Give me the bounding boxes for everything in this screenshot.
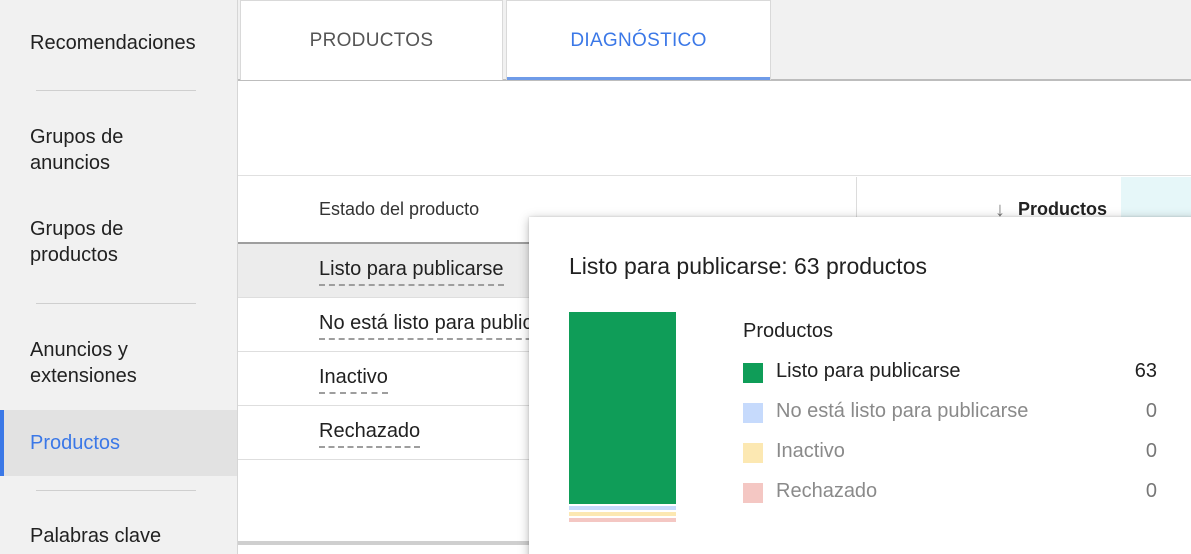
legend-item: Rechazado 0 — [743, 480, 1157, 506]
legend-swatch — [743, 483, 763, 503]
legend-title: Productos — [743, 320, 834, 342]
sidebar: Recomendaciones Grupos de anuncios Grupo… — [0, 0, 237, 554]
legend-item: Inactivo 0 — [743, 440, 1157, 466]
tab-label: PRODUCTOS — [309, 29, 434, 51]
app-root: Recomendaciones Grupos de anuncios Grupo… — [0, 0, 1191, 554]
bar-segment — [569, 512, 676, 516]
row-label[interactable]: Listo para publicarse — [319, 258, 504, 286]
row-label[interactable]: Rechazado — [319, 420, 421, 448]
sidebar-item-recomendaciones[interactable]: Recomendaciones — [0, 30, 237, 56]
sidebar-item-label: Anuncios y extensiones — [30, 339, 137, 387]
sidebar-item-label: Grupos de anuncios — [30, 126, 124, 174]
sidebar-item-grupos-de-anuncios[interactable]: Grupos de anuncios — [0, 124, 200, 176]
tab-diagnostico[interactable]: DIAGNÓSTICO — [506, 0, 771, 80]
row-label[interactable]: Inactivo — [319, 366, 388, 394]
legend-value: 0 — [1145, 440, 1157, 462]
sidebar-item-label: Productos — [30, 432, 121, 454]
legend-label: Rechazado — [776, 480, 878, 502]
legend-value: 63 — [1134, 360, 1157, 382]
legend-swatch — [743, 443, 763, 463]
column-header-status[interactable]: Estado del producto — [319, 199, 479, 220]
sidebar-item-label: Recomendaciones — [30, 32, 196, 54]
bar-segment — [569, 312, 676, 504]
sidebar-item-anuncios-y-extensiones[interactable]: Anuncios y extensiones — [0, 337, 200, 389]
bar-segment — [569, 506, 676, 510]
sidebar-item-palabras-clave[interactable]: Palabras clave — [0, 523, 237, 549]
legend-value: 0 — [1145, 480, 1157, 502]
sidebar-divider — [36, 303, 196, 304]
tab-bar: PRODUCTOS DIAGNÓSTICO — [238, 0, 1191, 81]
legend-swatch — [743, 363, 763, 383]
legend-label: Inactivo — [776, 440, 845, 462]
tab-label: DIAGNÓSTICO — [570, 29, 707, 51]
legend-item: No está listo para publicarse 0 — [743, 400, 1157, 426]
legend-item: Listo para publicarse 63 — [743, 360, 1157, 386]
legend-value: 0 — [1145, 400, 1157, 422]
sidebar-item-grupos-de-productos[interactable]: Grupos de productos — [0, 216, 200, 268]
legend-label: No está listo para publicarse — [776, 400, 1029, 422]
sidebar-item-label: Grupos de productos — [30, 218, 124, 266]
bar-segment — [569, 518, 676, 522]
sidebar-item-productos[interactable]: Productos — [0, 410, 237, 476]
sidebar-item-label: Palabras clave — [30, 525, 162, 547]
status-popup-card: Listo para publicarse: 63 productos Prod… — [529, 217, 1191, 554]
filter-strip — [238, 83, 1191, 176]
tab-productos[interactable]: PRODUCTOS — [240, 0, 503, 80]
sidebar-divider — [36, 490, 196, 491]
sidebar-divider — [36, 90, 196, 91]
legend-swatch — [743, 403, 763, 423]
popup-title: Listo para publicarse: 63 productos — [569, 253, 927, 279]
legend-label: Listo para publicarse — [776, 360, 961, 382]
stacked-bar-chart — [569, 312, 676, 524]
